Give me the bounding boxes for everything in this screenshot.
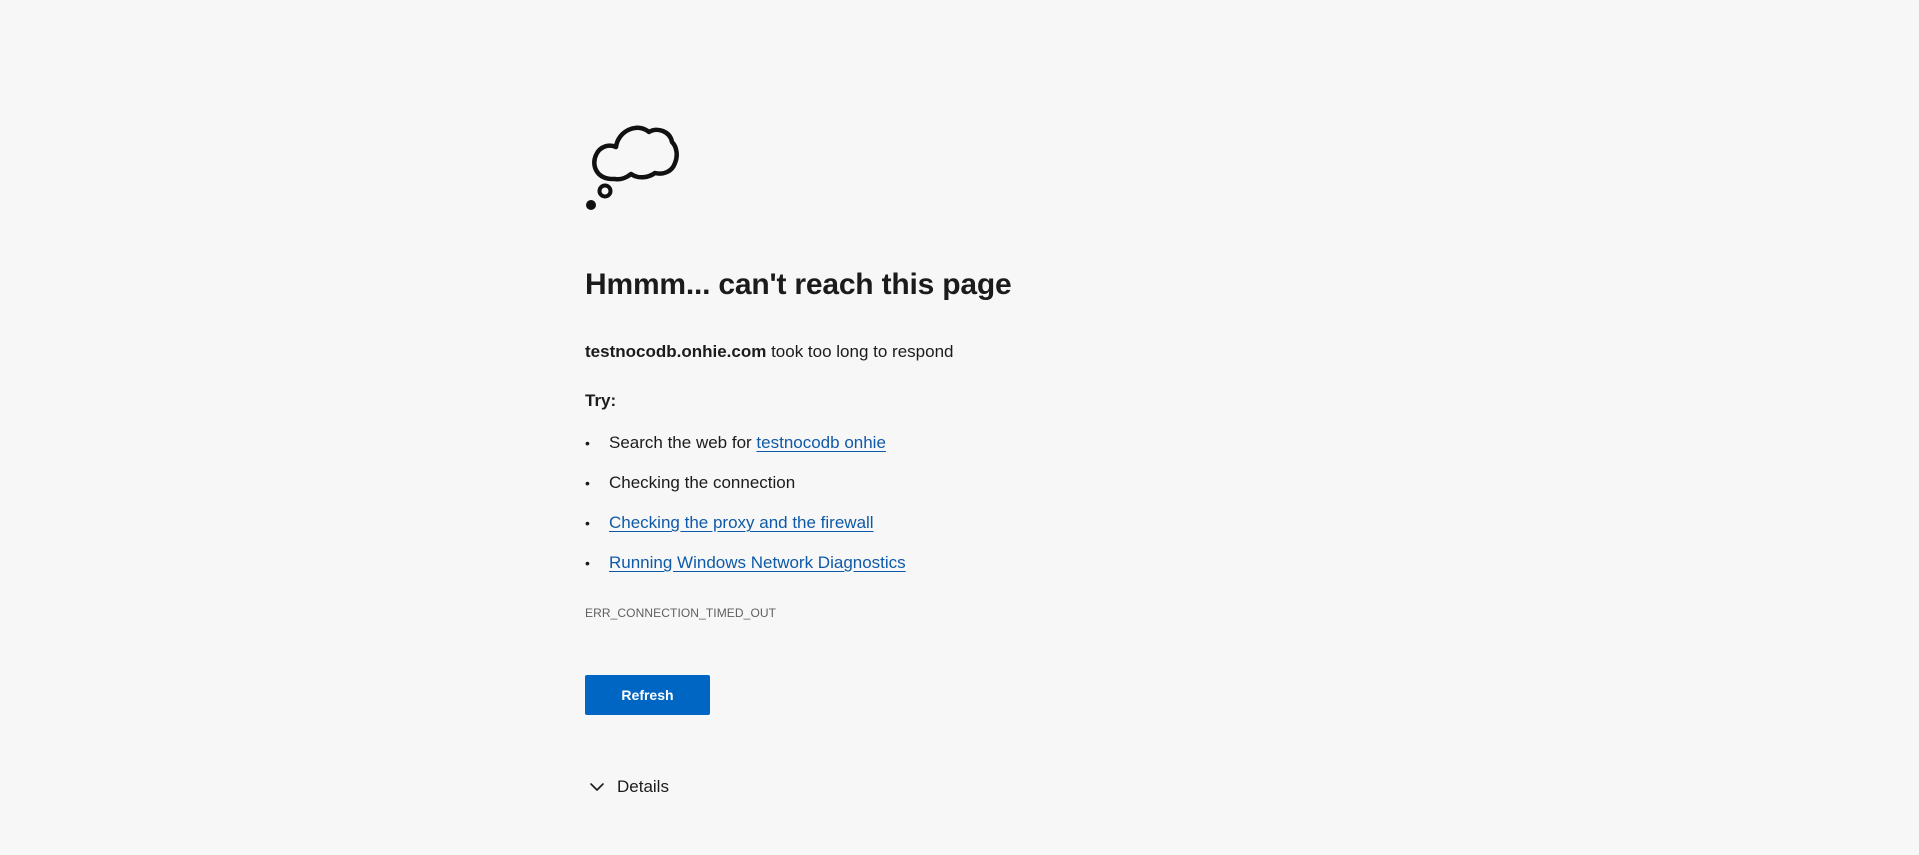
error-message-suffix: took too long to respond (766, 342, 954, 361)
page-title: Hmmm... can't reach this page (585, 268, 1012, 301)
suggestion-prefix: Search the web for (609, 433, 757, 452)
bullet: • (585, 435, 590, 451)
suggestion-network-diagnostics: • Running Windows Network Diagnostics (585, 550, 906, 590)
bullet: • (585, 515, 590, 531)
host-name: testnocodb.onhie.com (585, 342, 767, 361)
suggestion-list: • Search the web for testnocodb onhie • … (585, 430, 906, 590)
thought-cloud-icon (586, 125, 679, 210)
try-label: Try: (585, 391, 617, 410)
check-proxy-firewall-link[interactable]: Checking the proxy and the firewall (609, 513, 874, 532)
error-message: testnocodb.onhie.com took too long to re… (585, 342, 953, 362)
chevron-down-icon (590, 783, 604, 791)
error-code: ERR_CONNECTION_TIMED_OUT (585, 606, 777, 620)
refresh-button[interactable]: Refresh (585, 675, 710, 715)
details-toggle[interactable]: Details (589, 777, 669, 797)
suggestion-text: Checking the connection (609, 473, 796, 492)
details-label: Details (617, 777, 669, 796)
suggestion-search-web: • Search the web for testnocodb onhie (585, 430, 906, 470)
search-web-link[interactable]: testnocodb onhie (756, 433, 886, 452)
network-diagnostics-link[interactable]: Running Windows Network Diagnostics (609, 553, 906, 572)
bullet: • (585, 555, 590, 571)
bullet: • (585, 475, 590, 491)
suggestion-check-proxy: • Checking the proxy and the firewall (585, 510, 906, 550)
suggestion-check-connection: • Checking the connection (585, 470, 906, 510)
